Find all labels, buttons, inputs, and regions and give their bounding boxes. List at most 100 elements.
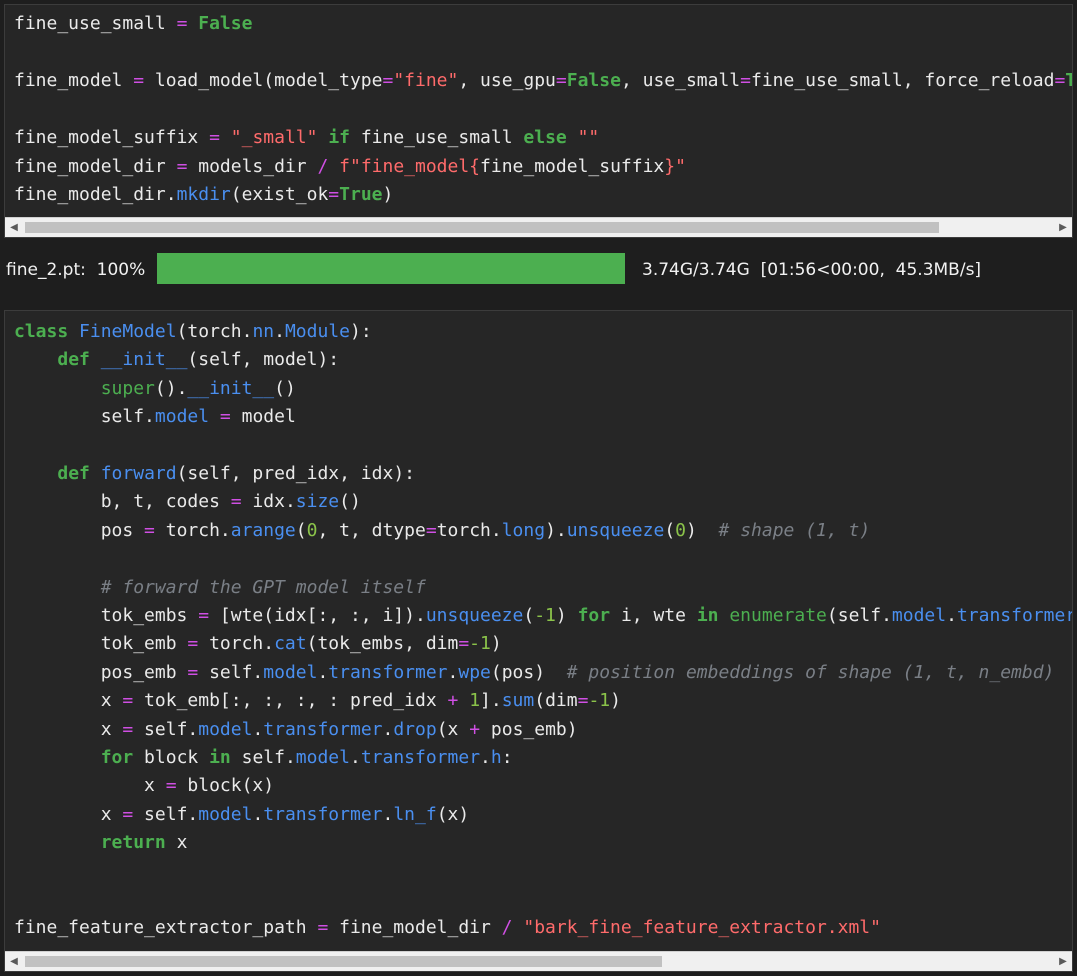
- code-token: x: [14, 690, 123, 712]
- code-token: (x): [436, 803, 470, 825]
- code-token: }": [664, 155, 686, 177]
- code-token: def: [57, 463, 90, 484]
- code-token: b, t, codes: [14, 491, 231, 513]
- code-token: (tok_embs, dim: [306, 633, 459, 655]
- code-token: True: [339, 184, 383, 205]
- code-line: fine_use_small = False: [14, 13, 252, 35]
- code-token: =: [219, 406, 231, 428]
- code-token: =: [176, 155, 188, 177]
- code-cell-fine-model-class[interactable]: class FineModel(torch.nn.Module): def __…: [4, 310, 1073, 972]
- code-token: , t, dtype: [317, 519, 426, 541]
- code-line: tok_emb = torch.cat(tok_embs, dim=-1): [14, 633, 502, 655]
- code-token: -1: [469, 633, 491, 655]
- code-token: torch.: [154, 519, 231, 541]
- code-token: =: [425, 519, 437, 541]
- scrollbar-thumb[interactable]: [25, 222, 939, 233]
- code-token: def: [57, 349, 90, 371]
- code-token: fine_model: [14, 70, 123, 91]
- code-token: (x: [436, 718, 470, 740]
- code-token: torch.: [436, 519, 502, 541]
- code-token: ().: [154, 377, 188, 399]
- code-token: 0: [306, 519, 318, 541]
- code-token: torch.: [198, 633, 275, 655]
- code-token: h: [490, 747, 502, 768]
- code-token: fine_model_dir: [14, 155, 166, 177]
- code-token: if: [328, 127, 350, 148]
- code-token: idx.: [241, 491, 296, 513]
- code-token: for: [577, 605, 611, 626]
- code-line: fine_feature_extractor_path = fine_model…: [14, 917, 881, 939]
- code-token: , use_small: [620, 70, 741, 91]
- code-line: fine_model_suffix = "_small" if fine_use…: [14, 127, 599, 149]
- code-token: unsqueeze: [566, 519, 665, 541]
- download-progress-output: fine_2.pt: 100% 3.74G/3.74G [01:56<00:00…: [0, 251, 1077, 289]
- code-token: cat: [274, 633, 307, 655]
- scroll-right-arrow-icon[interactable]: ▶: [1054, 952, 1072, 971]
- code-token: (self, pred_idx, idx):: [176, 463, 415, 484]
- code-token: .: [447, 661, 459, 683]
- code-token: model: [198, 718, 253, 740]
- code-line: for block in self.model.transformer.h:: [14, 747, 513, 769]
- code-token: 1: [469, 690, 481, 712]
- scroll-left-arrow-icon[interactable]: ◀: [5, 218, 23, 237]
- code-token: x: [14, 803, 123, 825]
- code-line: x = self.model.transformer.ln_f(x): [14, 803, 470, 826]
- code-token: =: [187, 661, 199, 683]
- code-token: sum: [501, 690, 535, 712]
- code-line: x = tok_emb[:, :, :, : pred_idx + 1].sum…: [14, 690, 621, 712]
- scrollbar-thumb[interactable]: [25, 956, 662, 967]
- code-token: =: [328, 184, 340, 205]
- scroll-right-arrow-icon[interactable]: ▶: [1054, 218, 1072, 237]
- code-token: size: [295, 491, 340, 513]
- code-token: fine_model_suffix: [480, 155, 665, 177]
- code-token: transformer: [263, 718, 383, 740]
- code-token: pos_emb): [480, 718, 578, 740]
- code-token: __init__: [100, 349, 188, 371]
- code-token: block(x): [176, 775, 275, 797]
- code-token: else: [523, 127, 567, 148]
- code-token: =: [187, 633, 199, 655]
- code-token: mkdir: [176, 184, 231, 205]
- code-token: FineModel: [79, 321, 177, 342]
- scroll-left-arrow-icon[interactable]: ◀: [5, 952, 23, 971]
- code-token: .: [382, 718, 394, 740]
- code-cell-load-model[interactable]: fine_use_small = False fine_model = load_…: [4, 4, 1073, 238]
- code-token: =: [1054, 70, 1066, 91]
- code-token: model: [295, 747, 350, 768]
- code-token: (self.: [826, 605, 892, 626]
- code-token: ).: [545, 519, 567, 541]
- code-token: f"fine_model{: [339, 155, 481, 177]
- code-line: pos_emb = self.model.transformer.wpe(pos…: [14, 661, 1055, 684]
- horizontal-scrollbar[interactable]: ◀ ▶: [5, 951, 1072, 971]
- code-token: self.: [230, 747, 296, 768]
- horizontal-scrollbar[interactable]: ◀ ▶: [5, 217, 1072, 237]
- code-token: , use_gpu: [458, 70, 556, 91]
- code-token: (self, model):: [187, 349, 340, 371]
- code-token: self.: [14, 406, 155, 428]
- code-token: =: [740, 70, 751, 91]
- code-token: .: [252, 718, 264, 740]
- code-token: =: [555, 70, 567, 91]
- code-token: ): [686, 519, 719, 541]
- code-token: in: [209, 747, 231, 768]
- code-token: "fine": [393, 70, 459, 91]
- code-token: Module: [284, 321, 350, 342]
- code-token: (): [339, 491, 361, 513]
- code-token: in: [696, 605, 719, 626]
- code-token: fine_feature_extractor_path: [14, 917, 318, 939]
- code-token: models_dir: [187, 155, 318, 177]
- code-token: class: [14, 321, 69, 342]
- code-token: self.: [133, 803, 199, 825]
